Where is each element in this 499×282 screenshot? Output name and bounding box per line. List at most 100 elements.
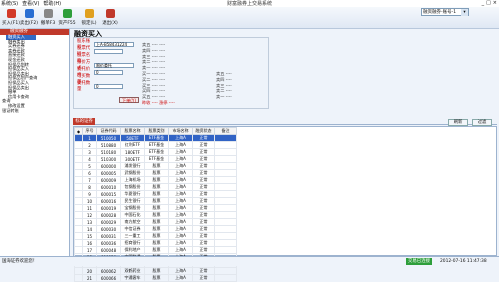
assets-button[interactable]: 资产F55: [58, 9, 76, 26]
table-cell: 上海A: [168, 162, 193, 170]
table-cell: 2: [82, 141, 97, 149]
col-header[interactable]: 备注: [214, 127, 237, 135]
table-row[interactable]: 10 600016 民生银行 股票 上海A 正常: [74, 197, 237, 205]
table-cell: 正常: [192, 267, 215, 275]
table-row[interactable]: 7 600009 上海机场 股票 上海A 正常: [74, 176, 237, 184]
quote-panel-left: 卖五 ---- ---- 卖四 ---- ---- 卖三 ---- ---- 卖…: [142, 42, 165, 100]
table-row[interactable]: 5 600000 浦发银行 股票 上海A 正常: [74, 162, 237, 170]
chevron-down-icon[interactable]: ▾: [461, 9, 468, 16]
table-cell: 600062: [96, 267, 121, 275]
table-cell: [214, 190, 237, 198]
table-cell: 9: [82, 190, 97, 198]
table-row[interactable]: 9 600015 华夏银行 股票 上海A 正常: [74, 190, 237, 198]
table-cell: 600048: [96, 246, 121, 254]
refresh-button[interactable]: 刷新: [448, 119, 468, 126]
quote-panel-right: 卖五 ---- 卖四 ---- 卖三 ---- 卖二 ---- 卖一 ----: [216, 71, 232, 100]
table-cell: 正常: [192, 246, 215, 254]
table-cell: 600066: [96, 274, 121, 282]
table-cell: 上海A: [168, 155, 193, 163]
price-type-select[interactable]: 限价委托: [94, 62, 134, 68]
table-cell: 上海A: [168, 232, 193, 240]
table-row[interactable]: 11 600019 宝钢股份 股票 上海A 正常: [74, 204, 237, 212]
table-cell: 股票: [144, 197, 169, 205]
row-marker: [74, 239, 83, 247]
connection-status-badge: 交易已连接: [406, 258, 432, 265]
assets-icon: [62, 9, 72, 18]
col-header[interactable]: 证券代码: [96, 127, 121, 135]
table-cell: [214, 169, 237, 177]
quote-line: 卖一 ----: [216, 94, 232, 100]
cancel-order-label: 撤单F3: [40, 21, 56, 26]
table-row[interactable]: 17 600048 保利地产 股票 上海A 正常: [74, 246, 237, 254]
table-row[interactable]: 2 510880 红利ETF ETF基金 上海A 正常: [74, 141, 237, 149]
col-header[interactable]: 融资状态: [192, 127, 215, 135]
table-row[interactable]: 14 600030 中信证券 股票 上海A 正常: [74, 225, 237, 233]
table-cell: 1: [82, 134, 97, 142]
table-cell: 正常: [192, 148, 215, 156]
table-cell: 上海A: [168, 218, 193, 226]
exit-button[interactable]: 退出(X): [101, 9, 119, 26]
quantity-input[interactable]: 0: [94, 83, 123, 89]
table-cell: 3: [82, 148, 97, 156]
col-header[interactable]: 股票名称: [120, 127, 145, 135]
sidebar-item-bank-transfer[interactable]: 银证转账: [0, 108, 69, 114]
table-cell: 8: [82, 183, 97, 191]
table-cell: 510300: [96, 155, 121, 163]
table-row[interactable]: 21 600066 宇通客车 股票 上海A 正常: [74, 274, 237, 282]
tab-target-securities[interactable]: 标的证券: [73, 118, 95, 125]
buy-button[interactable]: 买入(F1): [2, 9, 20, 26]
account-select-value: 融资融券-账号-1: [423, 10, 457, 15]
table-cell: 保利地产: [120, 246, 145, 254]
table-cell: 股票: [144, 183, 169, 191]
sidebar: 融资融券 融资买入 融券卖出 买券还券 卖券还款 直接还款 现金还款 担保品划转…: [0, 29, 70, 256]
col-header[interactable]: 序号: [82, 127, 97, 135]
table-row[interactable]: 20 600062 双鹤药业 股票 上海A 正常: [74, 267, 237, 275]
table-cell: 股票: [144, 162, 169, 170]
table-row[interactable]: 13 600029 南方航空 股票 上海A 正常: [74, 218, 237, 226]
price-input[interactable]: 0: [94, 69, 123, 75]
sell-button-label: 卖出(F2): [20, 21, 38, 26]
app-title: 财富融券上交易系统: [226, 1, 272, 7]
table-row[interactable]: 1 510050 50ETF ETF基金 上海A 正常: [74, 134, 237, 142]
lock-button[interactable]: 锁定(L): [80, 9, 98, 26]
table-cell: 正常: [192, 239, 215, 247]
table-cell: 510180: [96, 148, 121, 156]
table-cell: 600015: [96, 190, 121, 198]
col-header[interactable]: 股票类别: [144, 127, 169, 135]
table-cell: 50ETF: [120, 134, 145, 142]
table-cell: 股票: [144, 204, 169, 212]
table-cell: 600005: [96, 169, 121, 177]
close-icon[interactable]: ×: [493, 0, 497, 6]
table-row[interactable]: 4 510300 300ETF ETF基金 上海A 正常: [74, 155, 237, 163]
filter-button[interactable]: 过滤: [472, 119, 492, 126]
table-cell: 正常: [192, 211, 215, 219]
account-select[interactable]: 融资融券-账号-1 ▾: [421, 8, 469, 16]
row-marker: [74, 155, 83, 163]
table-cell: 上海A: [168, 239, 193, 247]
table-cell: 上海A: [168, 267, 193, 275]
table-row[interactable]: 16 600036 招商银行 股票 上海A 正常: [74, 239, 237, 247]
maximize-icon[interactable]: □: [486, 0, 491, 6]
sell-button[interactable]: 卖出(F2): [20, 9, 38, 26]
col-header[interactable]: 市场名称: [168, 127, 193, 135]
minimize-icon[interactable]: _: [482, 0, 485, 6]
table-cell: 上海A: [168, 225, 193, 233]
table-row[interactable]: 3 510180 180ETF ETF基金 上海A 正常: [74, 148, 237, 156]
table-cell: ETF基金: [144, 134, 169, 142]
cancel-order-button[interactable]: 撤单F3: [39, 9, 57, 26]
table-cell: 股票: [144, 274, 169, 282]
table-row[interactable]: 8 600010 包钢股份 股票 上海A 正常: [74, 183, 237, 191]
table-cell: 上海A: [168, 211, 193, 219]
table-cell: 上海A: [168, 246, 193, 254]
row-marker: [74, 176, 83, 184]
buy-button-label: 买入(F1): [2, 21, 20, 26]
table-row[interactable]: 12 600028 中国石化 股票 上海A 正常: [74, 211, 237, 219]
table-row[interactable]: 6 600005 武钢股份 股票 上海A 正常: [74, 169, 237, 177]
table-row[interactable]: 15 600031 三一重工 股票 上海A 正常: [74, 232, 237, 240]
account-field[interactable]: 上A-B58431224: [94, 41, 134, 47]
table-cell: 600000: [96, 162, 121, 170]
table-cell: ETF基金: [144, 141, 169, 149]
place-order-button[interactable]: 下单(Y): [119, 97, 139, 103]
lock-label: 锁定(L): [81, 21, 97, 26]
stock-code-input[interactable]: [94, 48, 123, 54]
